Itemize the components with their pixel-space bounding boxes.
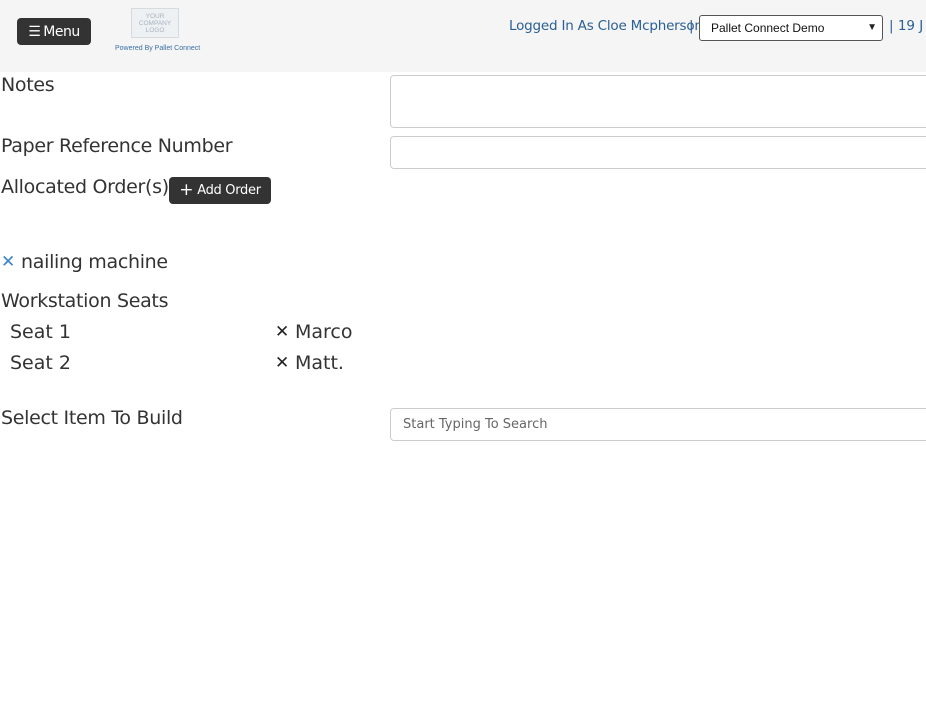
remove-machine-close-icon[interactable]: ✕ [1, 252, 15, 272]
hamburger-icon: ☰ [28, 23, 41, 40]
add-order-label: Add Order [197, 183, 261, 198]
notes-field[interactable] [390, 75, 926, 128]
paper-reference-field[interactable] [390, 136, 926, 169]
logo-line: YOUR [145, 12, 165, 20]
company-logo: YOUR COMPANY LOGO [131, 8, 179, 38]
seat-operator: Matt. [295, 352, 344, 374]
workstation-seats-label: Workstation Seats [1, 290, 169, 312]
item-search-input[interactable] [390, 408, 926, 441]
remove-operator-close-icon[interactable]: ✕ [275, 322, 289, 342]
remove-operator-close-icon[interactable]: ✕ [275, 353, 289, 373]
menu-button[interactable]: ☰ Menu [17, 18, 91, 45]
seat-label: Seat 1 [10, 321, 71, 343]
seat-label: Seat 2 [10, 352, 71, 374]
header-date: | 19 J [889, 18, 924, 34]
notes-label: Notes [1, 74, 55, 96]
plus-icon: + [179, 180, 194, 200]
menu-button-label: Menu [43, 23, 80, 40]
logo-line: LOGO [145, 26, 165, 34]
machine-name: nailing machine [21, 251, 168, 273]
add-order-button[interactable]: + Add Order [169, 177, 271, 204]
site-select[interactable]: Pallet Connect Demo ▼ [699, 15, 883, 41]
top-header: ☰ Menu YOUR COMPANY LOGO Powered By Pall… [0, 0, 926, 72]
header-separator: | [689, 18, 694, 34]
powered-by-text: Powered By Pallet Connect [115, 45, 201, 52]
logo-line: COMPANY [138, 19, 172, 27]
site-select-value: Pallet Connect Demo [711, 21, 825, 35]
logged-in-user-link[interactable]: Logged In As Cloe Mcpherson [509, 18, 703, 34]
allocated-orders-label: Allocated Order(s) [1, 176, 169, 198]
paper-reference-label: Paper Reference Number [1, 135, 233, 157]
select-item-label: Select Item To Build [1, 407, 183, 429]
seat-operator: Marco [295, 321, 353, 343]
chevron-down-icon: ▼ [867, 22, 877, 33]
